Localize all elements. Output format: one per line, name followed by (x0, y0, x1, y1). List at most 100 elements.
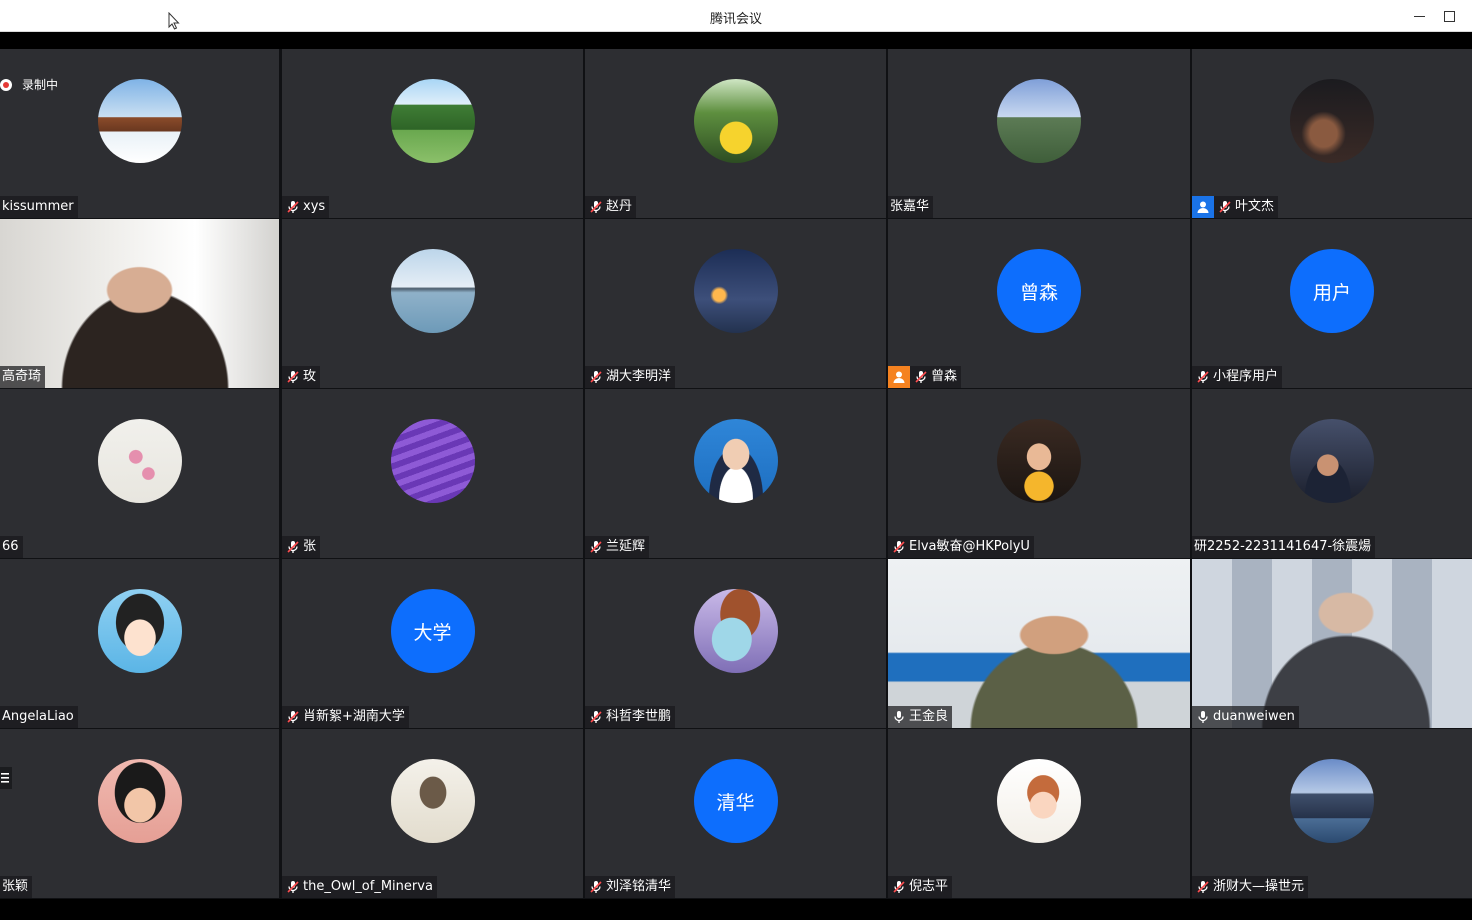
participant-name: xys (303, 199, 326, 214)
mouse-cursor-icon (168, 12, 180, 30)
participant-name: 张 (303, 539, 317, 554)
participant-tile[interactable]: 倪志平 (888, 729, 1190, 898)
participant-name: 浙财大—操世元 (1213, 879, 1305, 894)
participant-tile[interactable]: 张 (282, 389, 583, 558)
host-badge-icon (888, 366, 910, 388)
avatar-text: 用户 (1290, 249, 1374, 333)
avatar-image (997, 419, 1081, 503)
minimize-button[interactable] (1408, 6, 1430, 26)
participant-tile[interactable]: 赵丹 (585, 49, 886, 218)
participant-tile[interactable]: 用户小程序用户 (1192, 219, 1472, 388)
participant-name: the_Owl_of_Minerva (303, 879, 433, 894)
avatar-image (1290, 759, 1374, 843)
avatar-image (997, 79, 1081, 163)
participant-name-tag: 倪志平 (888, 876, 953, 898)
participant-name: 叶文杰 (1235, 199, 1275, 214)
participant-tile[interactable]: 张颖 (0, 729, 279, 898)
participant-name-tag: 高奇琦 (0, 366, 46, 388)
participant-name-tag: 66 (0, 536, 23, 558)
participant-tile[interactable]: 玫 (282, 219, 583, 388)
mic-muted-icon (286, 540, 300, 554)
participant-tile[interactable]: AngelaLiao (0, 559, 279, 728)
avatar-image (97, 419, 182, 503)
avatar-image (390, 759, 475, 843)
participant-name-tag: 科哲李世鹏 (585, 706, 676, 728)
participant-tile[interactable]: 研2252-2231141647-徐震煬 (1192, 389, 1472, 558)
mic-muted-icon (1218, 200, 1232, 214)
maximize-button[interactable] (1438, 6, 1460, 26)
participant-tile[interactable]: 张嘉华 (888, 49, 1190, 218)
participant-name: 刘泽铭清华 (606, 879, 672, 894)
mic-muted-icon (286, 880, 300, 894)
participant-name: 曾森 (931, 369, 958, 384)
participant-name: 肖新絮+湖南大学 (303, 709, 405, 724)
mic-icon (892, 710, 906, 724)
cohost-badge-icon (1192, 196, 1214, 218)
mic-muted-icon (286, 710, 300, 724)
participant-tile[interactable]: 浙财大—操世元 (1192, 729, 1472, 898)
avatar-text: 大学 (390, 589, 475, 673)
participant-name-tag: 王金良 (888, 706, 953, 728)
mic-icon (1196, 710, 1210, 724)
participant-tile[interactable]: the_Owl_of_Minerva (282, 729, 583, 898)
avatar-image (97, 589, 182, 673)
mic-muted-icon (286, 200, 300, 214)
participant-name: kissummer (2, 199, 74, 214)
participant-name-tag: the_Owl_of_Minerva (282, 876, 437, 898)
participant-name-tag: 曾森 (888, 366, 962, 388)
participant-name-tag: 研2252-2231141647-徐震煬 (1192, 536, 1376, 558)
participant-tile[interactable]: 兰延辉 (585, 389, 886, 558)
avatar-image (390, 249, 475, 333)
avatar-image (390, 79, 475, 163)
participant-name-tag: 小程序用户 (1192, 366, 1283, 388)
recording-indicator: 录制中 (0, 76, 58, 93)
participant-tile[interactable]: Elva敏奋@HKPolyU (888, 389, 1190, 558)
avatar-image (693, 79, 778, 163)
participant-tile[interactable]: 曾森 曾森 (888, 219, 1190, 388)
participant-video (0, 219, 279, 388)
participant-tile[interactable]: 科哲李世鹏 (585, 559, 886, 728)
side-menu-toggle[interactable] (0, 767, 12, 789)
participant-name: 倪志平 (909, 879, 949, 894)
participant-name: 66 (2, 539, 19, 554)
participant-tile[interactable]: 叶文杰 (1192, 49, 1472, 218)
participant-tile[interactable]: 王金良 (888, 559, 1190, 728)
participant-name: 王金良 (909, 709, 949, 724)
avatar-image (693, 589, 778, 673)
participant-video (888, 559, 1190, 728)
participant-name: duanweiwen (1213, 709, 1295, 724)
mic-muted-icon (1196, 370, 1210, 384)
participant-name-tag: 张颖 (0, 876, 33, 898)
participant-name-tag: 浙财大—操世元 (1192, 876, 1309, 898)
participant-tile[interactable]: 66 (0, 389, 279, 558)
participant-tile[interactable]: 清华刘泽铭清华 (585, 729, 886, 898)
avatar-text: 清华 (693, 759, 778, 843)
avatar-image (97, 759, 182, 843)
participant-name-tag: 张 (282, 536, 321, 558)
participant-name: 小程序用户 (1213, 369, 1279, 384)
participant-tile[interactable]: 大学肖新絮+湖南大学 (282, 559, 583, 728)
participant-tile[interactable]: kissummer (0, 49, 279, 218)
participant-name-tag: 赵丹 (585, 196, 637, 218)
participant-name: 玫 (303, 369, 317, 384)
participant-tile[interactable]: 高奇琦 (0, 219, 279, 388)
participant-name-tag: 兰延辉 (585, 536, 650, 558)
participant-tile[interactable]: 湖大李明洋 (585, 219, 886, 388)
title-bar: 腾讯会议 (0, 0, 1472, 32)
participant-name: 研2252-2231141647-徐震煬 (1194, 539, 1372, 554)
recording-label: 录制中 (22, 78, 59, 92)
participant-name: 张嘉华 (890, 199, 930, 214)
avatar-image (693, 249, 778, 333)
participant-name: AngelaLiao (2, 709, 74, 724)
participant-name-tag: 叶文杰 (1192, 196, 1279, 218)
participant-tile[interactable]: xys (282, 49, 583, 218)
participant-name-tag: 张嘉华 (888, 196, 934, 218)
participant-name-tag: 湖大李明洋 (585, 366, 676, 388)
participant-name: 兰延辉 (606, 539, 646, 554)
participant-tile[interactable]: duanweiwen (1192, 559, 1472, 728)
participant-name: 张颖 (2, 879, 29, 894)
avatar-image (1290, 79, 1374, 163)
participant-name: 赵丹 (606, 199, 633, 214)
avatar-image (390, 419, 475, 503)
avatar-image (1290, 419, 1374, 503)
